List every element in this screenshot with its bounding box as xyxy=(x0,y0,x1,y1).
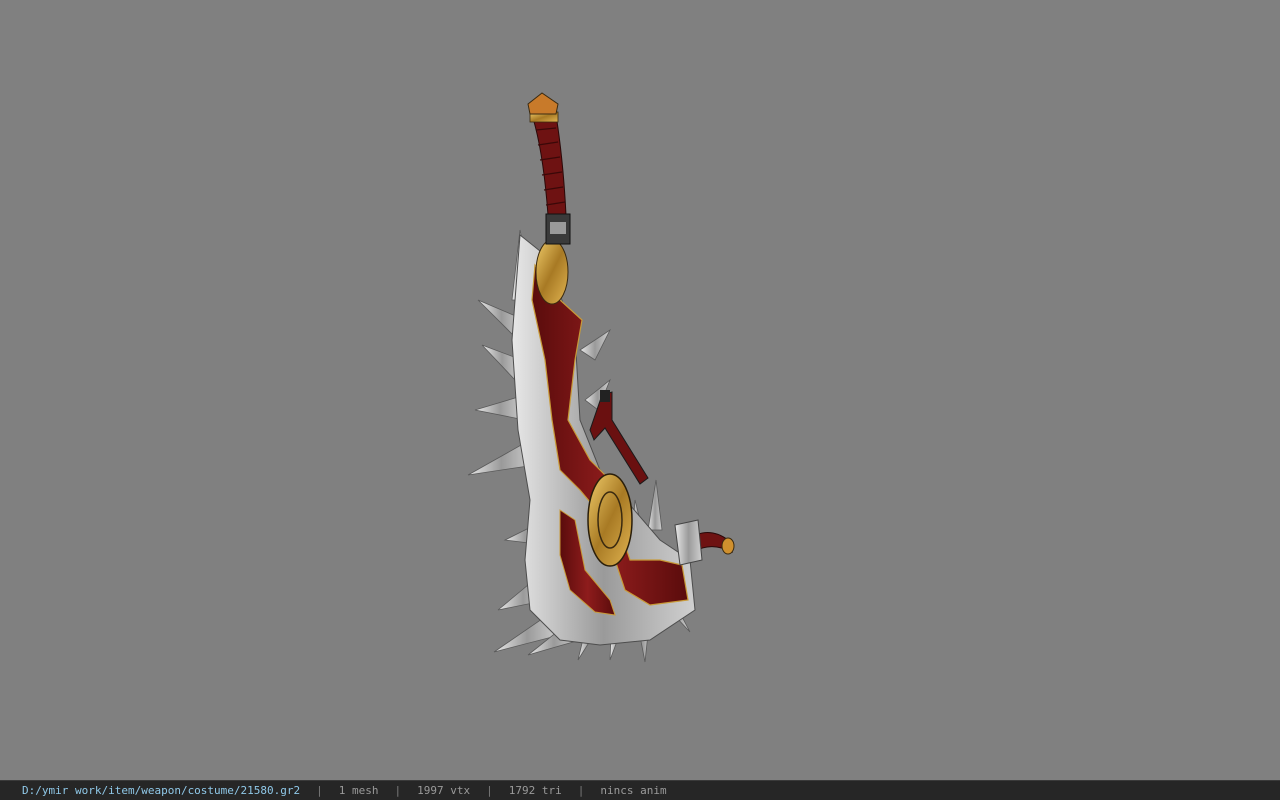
handle-grip xyxy=(527,92,571,245)
status-separator: | xyxy=(486,784,493,797)
status-separator: | xyxy=(394,784,402,797)
file-path: D:/ymir work/item/weapon/costume/21580.g… xyxy=(22,784,301,797)
side-handle xyxy=(674,519,735,566)
status-separator: | xyxy=(577,784,585,797)
central-medallion xyxy=(587,473,633,567)
weapon-model[interactable] xyxy=(0,0,1280,780)
upper-gold-ornament xyxy=(535,239,569,305)
vertex-count: 1997 vtx xyxy=(417,784,471,797)
status-separator: | xyxy=(316,784,323,797)
mesh-count: 1 mesh xyxy=(338,784,379,797)
model-viewport[interactable] xyxy=(0,0,1280,780)
animation-status: nincs anim xyxy=(600,784,667,797)
triangle-count: 1792 tri xyxy=(508,784,562,797)
status-bar: D:/ymir work/item/weapon/costume/21580.g… xyxy=(0,780,1280,800)
